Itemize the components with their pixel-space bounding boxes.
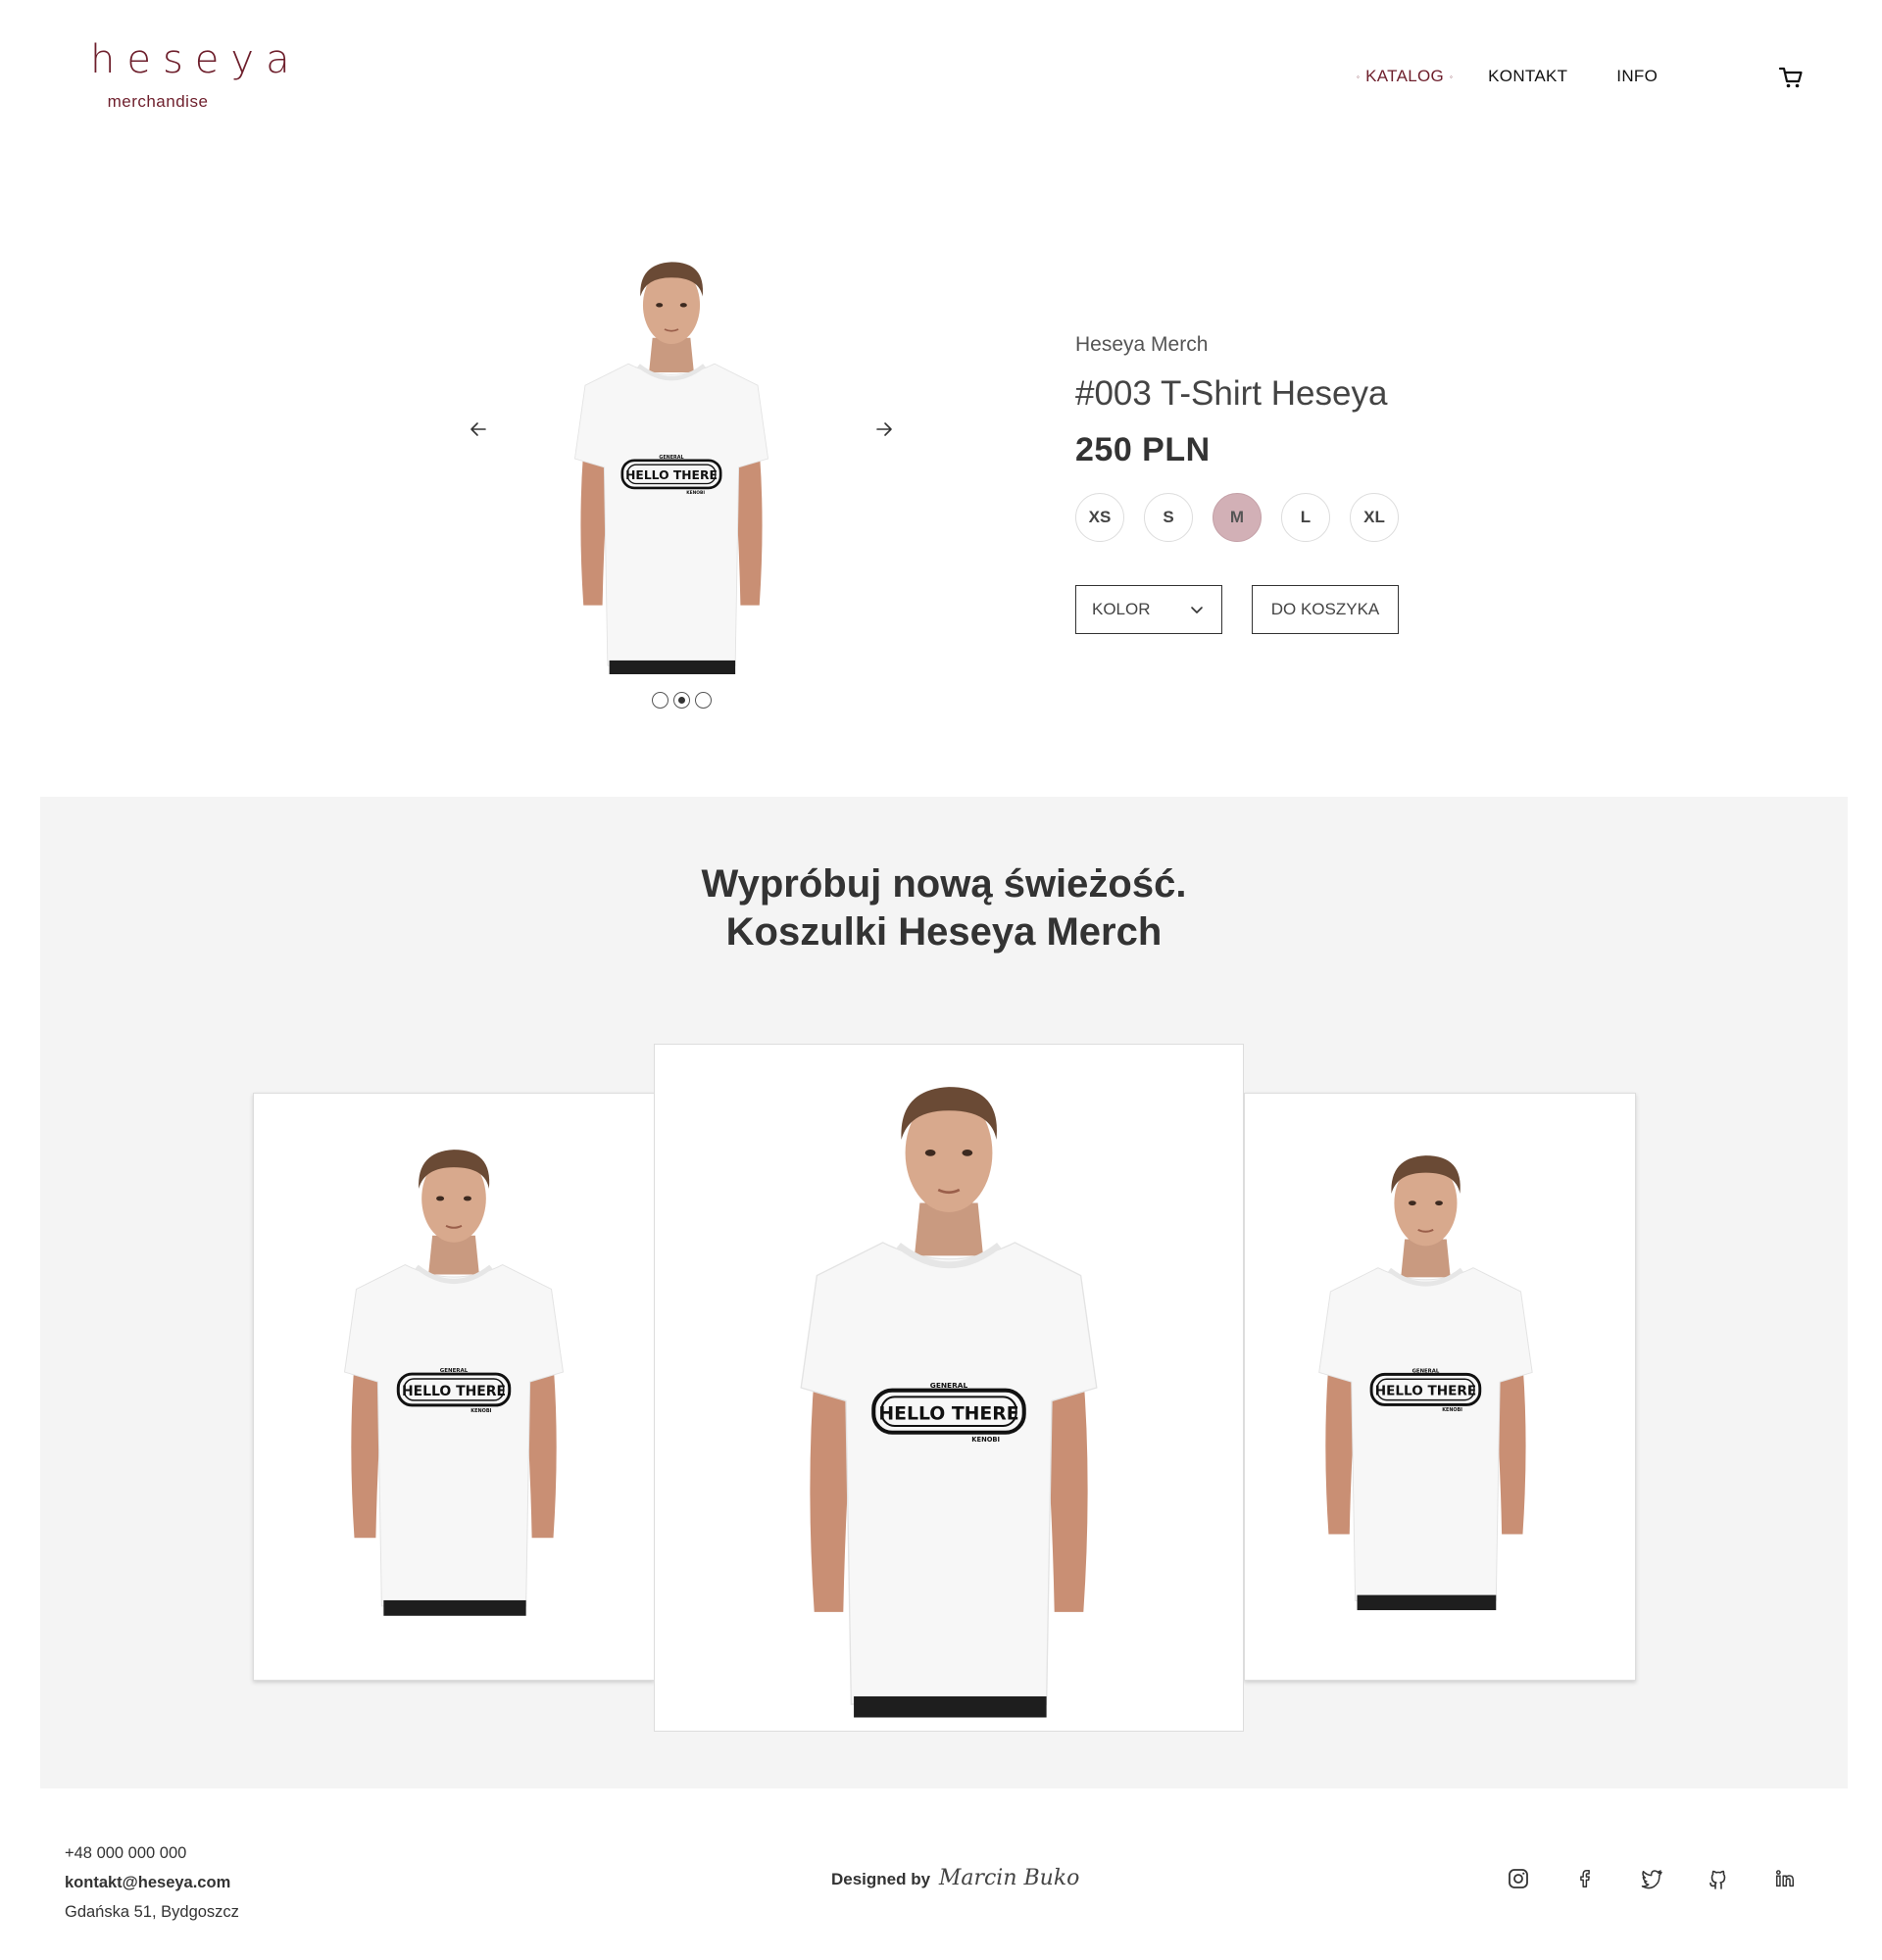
logo-text: heseya xyxy=(90,37,302,82)
instagram-icon[interactable] xyxy=(1506,1866,1531,1891)
github-icon[interactable] xyxy=(1706,1866,1731,1891)
footer-email[interactable]: kontakt@heseya.com xyxy=(65,1868,239,1897)
main-nav: ◦ KATALOG ◦ KONTAKT INFO xyxy=(1357,67,1658,86)
nav-item-kontakt[interactable]: KONTAKT xyxy=(1488,67,1567,86)
size-option-l[interactable]: L xyxy=(1281,493,1330,542)
promo-section: Wypróbuj nową świeżość. Koszulki Heseya … xyxy=(40,797,1848,1788)
product-brand: Heseya Merch xyxy=(1075,333,1209,356)
product-image xyxy=(543,243,800,674)
size-option-xl[interactable]: XL xyxy=(1350,493,1399,542)
promo-card-right[interactable] xyxy=(1244,1093,1636,1681)
logo[interactable]: heseya merchandise xyxy=(78,37,302,112)
product-title: #003 T-Shirt Heseya xyxy=(1075,374,1388,413)
designed-by: Designed by Marcin Buko xyxy=(831,1866,1079,1890)
footer-phone[interactable]: +48 000 000 000 xyxy=(65,1838,239,1868)
nav-item-katalog[interactable]: ◦ KATALOG ◦ xyxy=(1357,67,1453,86)
gallery-prev-button[interactable] xyxy=(461,412,496,447)
promo-card-left[interactable] xyxy=(253,1093,655,1681)
gallery-dot-active[interactable] xyxy=(673,692,690,709)
social-links xyxy=(1506,1866,1798,1891)
product-info: Heseya Merch #003 T-Shirt Heseya 250 PLN… xyxy=(1075,333,1663,634)
promo-title-line1: Wypróbuj nową świeżość. xyxy=(701,862,1187,906)
arrow-right-icon xyxy=(876,422,892,436)
arrow-left-icon xyxy=(470,422,486,436)
product-gallery xyxy=(461,235,912,725)
nav-item-label: KATALOG xyxy=(1365,67,1445,85)
gallery-next-button[interactable] xyxy=(867,412,902,447)
promo-title-line2: Koszulki Heseya Merch xyxy=(725,910,1163,954)
color-select-label: KOLOR xyxy=(1092,600,1151,618)
product-price: 250 PLN xyxy=(1075,431,1211,468)
color-select[interactable]: KOLOR xyxy=(1075,585,1222,634)
size-selector: XS S M L XL xyxy=(1075,493,1663,542)
size-option-xs[interactable]: XS xyxy=(1075,493,1124,542)
gallery-dot[interactable] xyxy=(652,692,669,709)
product-actions: KOLOR DO KOSZYKA xyxy=(1075,585,1663,634)
add-to-cart-button[interactable]: DO KOSZYKA xyxy=(1252,585,1399,634)
active-dot-icon: ◦ xyxy=(1357,72,1361,81)
logo-subtitle: merchandise xyxy=(107,92,209,111)
gallery-pagination xyxy=(652,692,712,709)
footer-contact: +48 000 000 000 kontakt@heseya.com Gdańs… xyxy=(65,1838,239,1927)
promo-card-center[interactable] xyxy=(654,1044,1244,1732)
cart-icon[interactable] xyxy=(1778,65,1804,90)
footer-address: Gdańska 51, Bydgoszcz xyxy=(65,1903,239,1921)
designer-signature[interactable]: Marcin Buko xyxy=(939,1866,1080,1890)
gallery-dot[interactable] xyxy=(695,692,712,709)
size-option-s[interactable]: S xyxy=(1144,493,1193,542)
linkedin-icon[interactable] xyxy=(1772,1866,1798,1891)
promo-title: Wypróbuj nową świeżość. Koszulki Heseya … xyxy=(40,860,1848,956)
active-dot-icon: ◦ xyxy=(1450,72,1454,81)
designed-by-label: Designed by xyxy=(831,1870,931,1888)
facebook-icon[interactable] xyxy=(1572,1866,1598,1891)
size-option-m-selected[interactable]: M xyxy=(1213,493,1262,542)
chevron-down-icon xyxy=(1191,607,1203,613)
nav-item-info[interactable]: INFO xyxy=(1616,67,1658,86)
twitter-icon[interactable] xyxy=(1639,1866,1664,1891)
